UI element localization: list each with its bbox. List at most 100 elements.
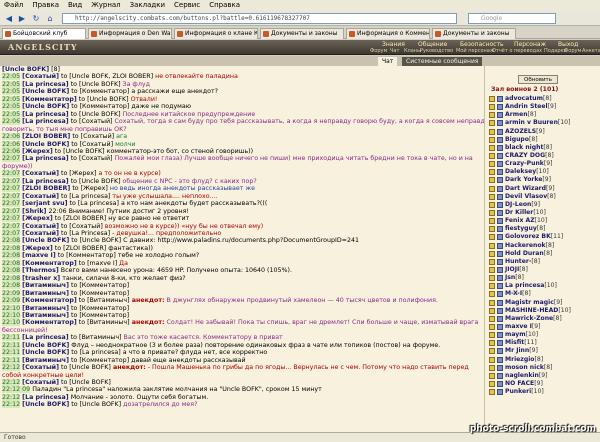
- player-item[interactable]: Fenix AZ[10]: [488, 217, 598, 225]
- private-message-icon[interactable]: [489, 120, 495, 127]
- player-item[interactable]: Dart Wizard[9]: [488, 185, 598, 193]
- player-item[interactable]: Dr Killer[10]: [488, 209, 598, 217]
- menu-item[interactable]: Правка: [32, 1, 59, 9]
- browser-tab[interactable]: Бойцовский клуб: [2, 28, 86, 39]
- chat-author[interactable]: [Uncle BOFK]: [22, 141, 69, 148]
- player-item[interactable]: Dark Yorke[9]: [488, 176, 598, 184]
- chat-author[interactable]: [Комментатор]: [22, 297, 77, 304]
- player-item[interactable]: maym[10]: [488, 331, 598, 339]
- menu-item[interactable]: Закладки: [130, 1, 165, 9]
- refresh-button[interactable]: Обновить: [518, 75, 558, 84]
- player-item[interactable]: AZOZELS[9]: [488, 128, 598, 136]
- game-subnav-item[interactable]: Отчёт о переводах: [492, 48, 542, 54]
- chat-author[interactable]: [Сохатый]: [22, 364, 59, 371]
- chat-author[interactable]: [ZLOI BOBER]: [22, 133, 70, 140]
- chat-author[interactable]: [Uncle BOFK]: [22, 103, 69, 110]
- game-subnav-item[interactable]: Мой персонаж: [456, 48, 494, 54]
- chat-author[interactable]: [Сохатый]: [22, 73, 59, 80]
- chat-author[interactable]: [Сохатый]: [22, 223, 59, 230]
- private-message-icon[interactable]: [489, 152, 495, 159]
- chat-author[interactable]: [La princesa]: [22, 178, 69, 185]
- private-message-icon[interactable]: [489, 307, 495, 314]
- game-nav-item[interactable]: Общение: [418, 41, 447, 48]
- menu-item[interactable]: Вид: [68, 1, 82, 9]
- player-item[interactable]: Bigupo[8]: [488, 136, 598, 144]
- chat-author[interactable]: [La princesa]: [22, 118, 69, 125]
- player-item[interactable]: La princesa[10]: [488, 282, 598, 290]
- private-message-icon[interactable]: [489, 218, 495, 225]
- chat-author[interactable]: [La princesa]: [22, 155, 69, 162]
- player-item[interactable]: Mr Jinn[9]: [488, 347, 598, 355]
- private-message-icon[interactable]: [489, 226, 495, 233]
- chat-author[interactable]: [Витаминыч]: [22, 305, 69, 312]
- private-message-icon[interactable]: [489, 177, 495, 184]
- browser-tab[interactable]: Документы и законы: [260, 28, 344, 39]
- chat-author[interactable]: [ZLOI BOBER]: [22, 185, 70, 192]
- chat-author[interactable]: [La princesa]: [22, 81, 69, 88]
- player-item[interactable]: black night[8]: [488, 144, 598, 152]
- private-message-icon[interactable]: [489, 323, 495, 330]
- chat-author[interactable]: [Uncle BOFK]: [22, 401, 69, 408]
- player-item[interactable]: Misfit[11]: [488, 339, 598, 347]
- private-message-icon[interactable]: [489, 315, 495, 322]
- chat-log[interactable]: [Uncle BOFK] [8] 22:05 [Сохатый] to [Uncl…: [0, 66, 484, 432]
- menu-item[interactable]: Сервис: [174, 1, 200, 9]
- tab-system-messages[interactable]: Системные сообщения: [402, 57, 483, 66]
- private-message-icon[interactable]: [489, 185, 495, 192]
- browser-tab[interactable]: Документы и законы: [432, 28, 516, 39]
- private-message-icon[interactable]: [489, 372, 495, 379]
- browser-tab[interactable]: Информация о Den War: [88, 28, 172, 39]
- browser-tab[interactable]: Информация о клане Катай...: [174, 28, 258, 39]
- game-subnav-item[interactable]: Руководство: [420, 48, 453, 54]
- tab-chat[interactable]: Чат: [378, 57, 398, 66]
- private-message-icon[interactable]: [489, 348, 495, 355]
- chat-author[interactable]: [Комментатор]: [22, 96, 77, 103]
- private-message-icon[interactable]: [489, 209, 495, 216]
- chat-author[interactable]: [Uncle BOFK]: [22, 342, 69, 349]
- game-subnav-item[interactable]: Форум: [564, 48, 581, 54]
- game-subnav-item[interactable]: Кланы: [404, 48, 421, 54]
- chat-author[interactable]: [Shrik]: [22, 208, 46, 215]
- game-nav-item[interactable]: Знания: [382, 41, 405, 48]
- chat-author[interactable]: [Uncle BOFK]: [22, 349, 69, 356]
- menu-item[interactable]: Журнал: [91, 1, 120, 9]
- private-message-icon[interactable]: [489, 389, 495, 396]
- player-item[interactable]: Devil Vlasov[8]: [488, 193, 598, 201]
- player-item[interactable]: naglenkin[9]: [488, 372, 598, 380]
- player-item[interactable]: Hold Duran[8]: [488, 250, 598, 258]
- chat-author[interactable]: [Сохатый]: [22, 170, 59, 177]
- private-message-icon[interactable]: [489, 201, 495, 208]
- chat-author[interactable]: [La princesa]: [22, 394, 69, 401]
- private-message-icon[interactable]: [489, 112, 495, 119]
- private-message-icon[interactable]: [489, 104, 495, 111]
- private-message-icon[interactable]: [489, 356, 495, 363]
- player-item[interactable]: Armen[8]: [488, 111, 598, 119]
- private-message-icon[interactable]: [489, 96, 495, 102]
- player-item[interactable]: maxve I[9]: [488, 323, 598, 331]
- private-message-icon[interactable]: [489, 380, 495, 387]
- back-icon[interactable]: ◀: [3, 13, 15, 24]
- player-item[interactable]: armin v Buuren[10]: [488, 119, 598, 127]
- chat-author[interactable]: [La princesa]: [22, 111, 69, 118]
- chat-author[interactable]: [Комментатор]: [22, 319, 77, 326]
- chat-author[interactable]: [trasher x]: [22, 275, 60, 282]
- private-message-icon[interactable]: [489, 169, 495, 176]
- chat-author[interactable]: [serjant svu]: [22, 200, 67, 207]
- chat-author[interactable]: [Комментатор]: [22, 260, 77, 267]
- player-item[interactable]: Hackerenok[8]: [488, 242, 598, 250]
- chat-author[interactable]: [Витаминыч]: [22, 357, 69, 364]
- private-message-icon[interactable]: [489, 144, 495, 151]
- player-item[interactable]: DJ-Leon[9]: [488, 201, 598, 209]
- reload-icon[interactable]: ↻: [30, 13, 42, 24]
- chat-author[interactable]: [Сохатый]: [22, 230, 59, 237]
- player-item[interactable]: JIOJI[8]: [488, 266, 598, 274]
- player-item[interactable]: Punkeri[10]: [488, 388, 598, 396]
- game-subnav-item[interactable]: Анкета: [582, 48, 600, 54]
- player-item[interactable]: Hunter-[8]: [488, 258, 598, 266]
- url-bar[interactable]: http://angelscity.combats.com/buttons.pl…: [62, 13, 457, 24]
- chat-author[interactable]: [Витаминыч]: [22, 290, 69, 297]
- player-item[interactable]: MASHINE-HEAD[10]: [488, 307, 598, 315]
- chat-author[interactable]: [Сохатый]: [22, 193, 59, 200]
- chat-author[interactable]: [Витаминыч]: [22, 282, 69, 289]
- game-nav-item[interactable]: Безопасность: [460, 41, 504, 48]
